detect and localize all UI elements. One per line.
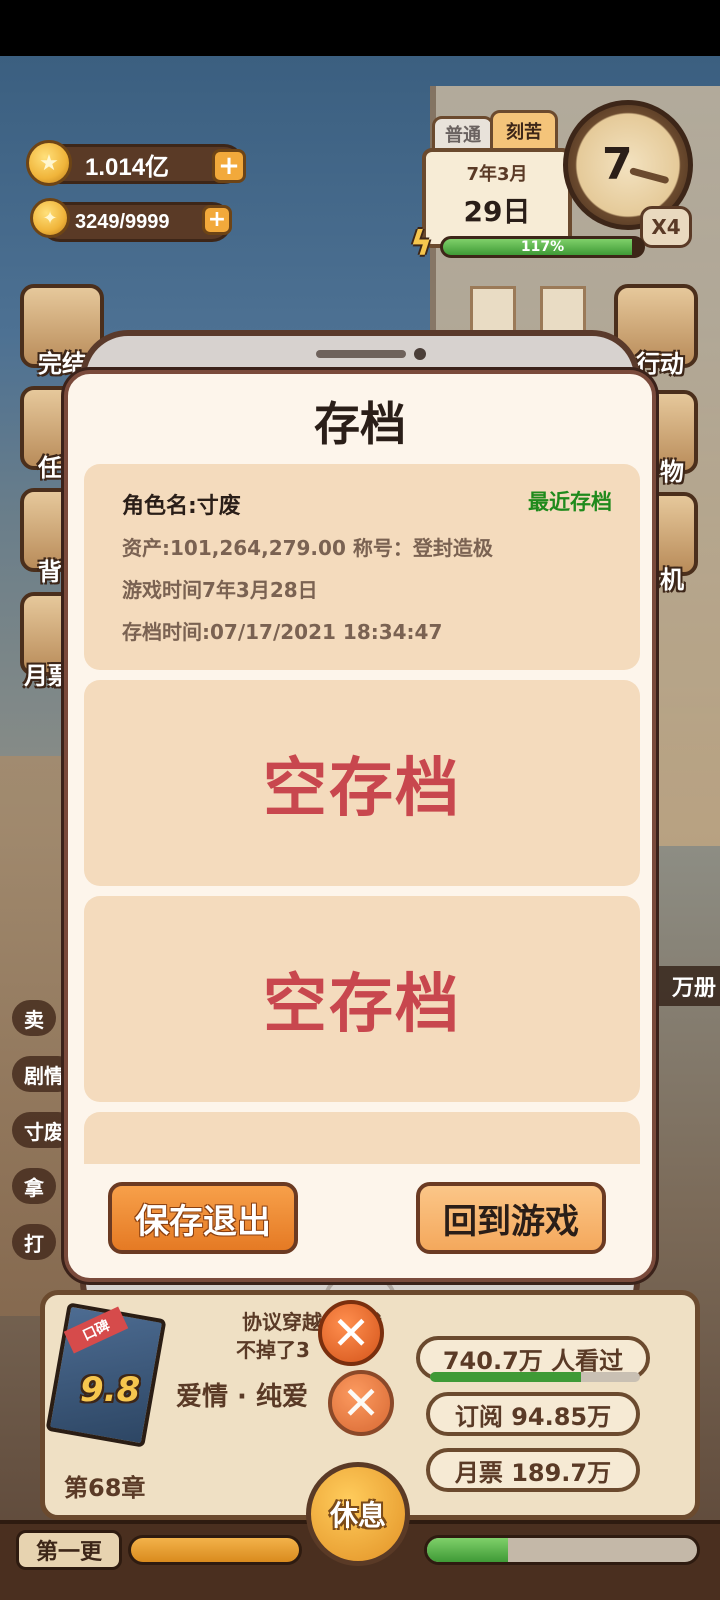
stamina-percent: 117%	[520, 239, 565, 255]
reading-progress-fill	[427, 1538, 508, 1562]
side-label-tasks: 任	[38, 454, 62, 482]
book-title-line2: 不掉了3	[236, 1338, 310, 1362]
save-slot-4[interactable]	[84, 1112, 640, 1164]
save-dialog: 存档 角色名:寸废 最近存档 资产:101,264,279.00 称号：登封造极…	[64, 370, 656, 1282]
side-label-items: 物	[660, 458, 684, 486]
slot-assets-title: 资产:101,264,279.00 称号：登封造极	[122, 536, 493, 560]
lightning-icon: ϟ	[410, 224, 433, 264]
calendar-day: 29日	[463, 195, 531, 228]
empty-slot-label: 空存档	[263, 968, 461, 1042]
stamina-bar: 117%	[440, 236, 645, 258]
views-progress	[430, 1372, 640, 1382]
close-shadow-icon: ✕	[328, 1370, 394, 1436]
add-coins-button[interactable]: +	[212, 149, 246, 183]
empty-slot-label: 空存档	[263, 752, 461, 826]
sales-badge: 万册	[650, 966, 720, 1006]
save-exit-button[interactable]: 保存退出	[108, 1182, 298, 1254]
rest-button[interactable]: 休息	[306, 1462, 410, 1566]
save-slot-2[interactable]: 空存档	[84, 680, 640, 886]
views-progress-fill	[430, 1372, 582, 1382]
writing-progress-fill	[131, 1538, 299, 1562]
tab-normal[interactable]: 普通	[432, 116, 494, 152]
side-label-backpack: 背	[38, 558, 62, 586]
status-bar	[0, 0, 720, 56]
coins-value: 1.014亿	[85, 153, 170, 181]
phone-camera-icon	[414, 348, 426, 360]
reading-progress	[424, 1535, 700, 1565]
clock-hand-icon	[629, 167, 670, 185]
dialog-title: 存档	[314, 397, 406, 451]
side-label-phone: 机	[660, 566, 684, 594]
close-icon[interactable]: ✕	[318, 1300, 384, 1366]
star-coin-icon: ★	[26, 140, 72, 186]
book-genre: 爱情 · 纯爱	[176, 1382, 308, 1412]
speed-button[interactable]: X4	[640, 206, 692, 248]
save-slot-3[interactable]: 空存档	[84, 896, 640, 1102]
add-energy-button[interactable]: +	[202, 205, 232, 235]
left-tag-sell[interactable]: 卖	[12, 1000, 56, 1036]
lightbulb-icon: ✦	[30, 198, 70, 238]
calendar-month: 7年3月	[466, 164, 528, 185]
book-score: 9.8	[80, 1370, 141, 1410]
phone-speaker	[316, 350, 406, 358]
book-chapter: 第68章	[64, 1474, 146, 1502]
energy-value: 3249/9999	[75, 210, 170, 233]
slot-character-name: 角色名:寸废	[122, 494, 241, 519]
calendar: 7年3月 29日	[422, 148, 572, 248]
update-chip[interactable]: 第一更	[16, 1530, 122, 1570]
save-slot-list[interactable]: 角色名:寸废 最近存档 资产:101,264,279.00 称号：登封造极 游戏…	[84, 464, 640, 1164]
save-slot-1[interactable]: 角色名:寸废 最近存档 资产:101,264,279.00 称号：登封造极 游戏…	[84, 464, 640, 670]
subscribe-stat: 订阅 94.85万	[426, 1392, 640, 1436]
left-tag-take[interactable]: 拿	[12, 1168, 56, 1204]
slot-save-time: 存档时间:07/17/2021 18:34:47	[122, 620, 443, 644]
clock-hour: 7	[602, 139, 633, 190]
tab-diligent[interactable]: 刻苦	[490, 110, 558, 152]
slot-recent-label: 最近存档	[528, 490, 612, 514]
slot-game-time: 游戏时间7年3月28日	[122, 578, 318, 602]
writing-progress	[128, 1535, 302, 1565]
monthly-ticket-stat: 月票 189.7万	[426, 1448, 640, 1492]
left-tag-work[interactable]: 打	[12, 1224, 56, 1260]
return-game-button[interactable]: 回到游戏	[416, 1182, 606, 1254]
